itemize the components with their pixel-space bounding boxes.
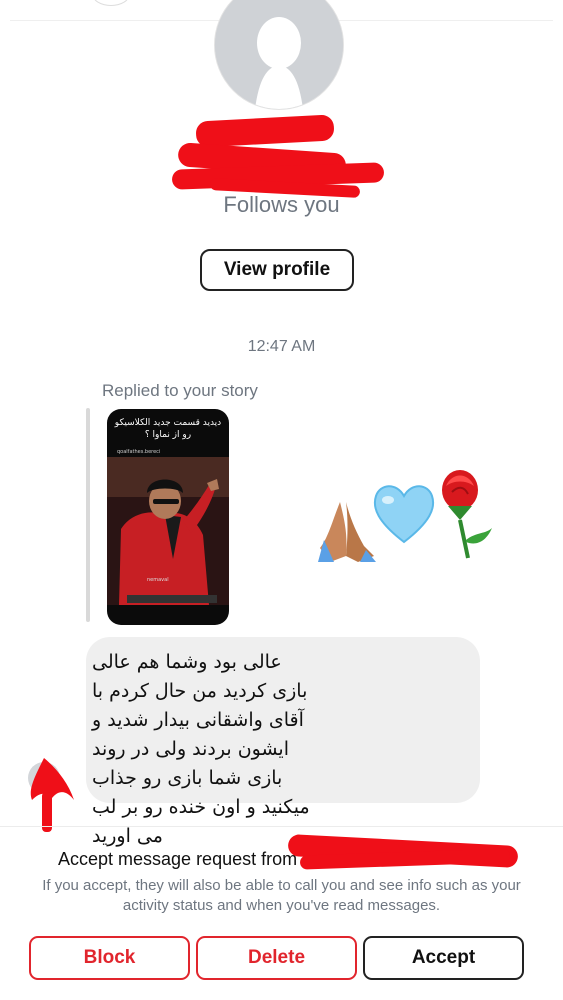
follows-you-label: Follows you — [223, 192, 340, 217]
previous-item-outline — [92, 0, 130, 6]
delete-button[interactable]: Delete — [196, 936, 357, 980]
profile-avatar[interactable] — [214, 0, 344, 110]
request-title: Accept message request from — [58, 849, 298, 869]
view-profile-button[interactable]: View profile — [200, 249, 354, 291]
folded-hands-icon — [318, 502, 376, 562]
default-user-icon — [215, 0, 343, 109]
message-timestamp: 12:47 AM — [247, 338, 316, 355]
block-button[interactable]: Block — [29, 936, 190, 980]
story-photo-art — [107, 457, 229, 605]
redacted-username-1 — [195, 114, 335, 148]
rose-icon — [442, 470, 492, 559]
story-thumbnail[interactable]: دیدید قسمت جدید الکلاسیکو رو از نماوا ؟ … — [107, 409, 229, 625]
message-text: عالی بود وشما هم عالی بازی کردید من حال … — [92, 651, 310, 847]
redacted-avatar-mark — [30, 758, 74, 832]
story-headline: دیدید قسمت جدید الکلاسیکو رو از نماوا ؟ — [114, 418, 222, 440]
light-blue-heart-icon — [373, 485, 435, 544]
replied-to-story-label: Replied to your story — [102, 381, 258, 400]
request-info-text: If you accept, they will also be able to… — [42, 877, 521, 914]
accept-button[interactable]: Accept — [363, 936, 524, 980]
emoji-message[interactable] — [318, 462, 498, 562]
story-tag: nemaval — [147, 577, 169, 583]
request-divider — [0, 826, 563, 827]
reply-quote-bar — [86, 408, 90, 622]
story-username: qoalfathes.bereci — [117, 449, 161, 455]
